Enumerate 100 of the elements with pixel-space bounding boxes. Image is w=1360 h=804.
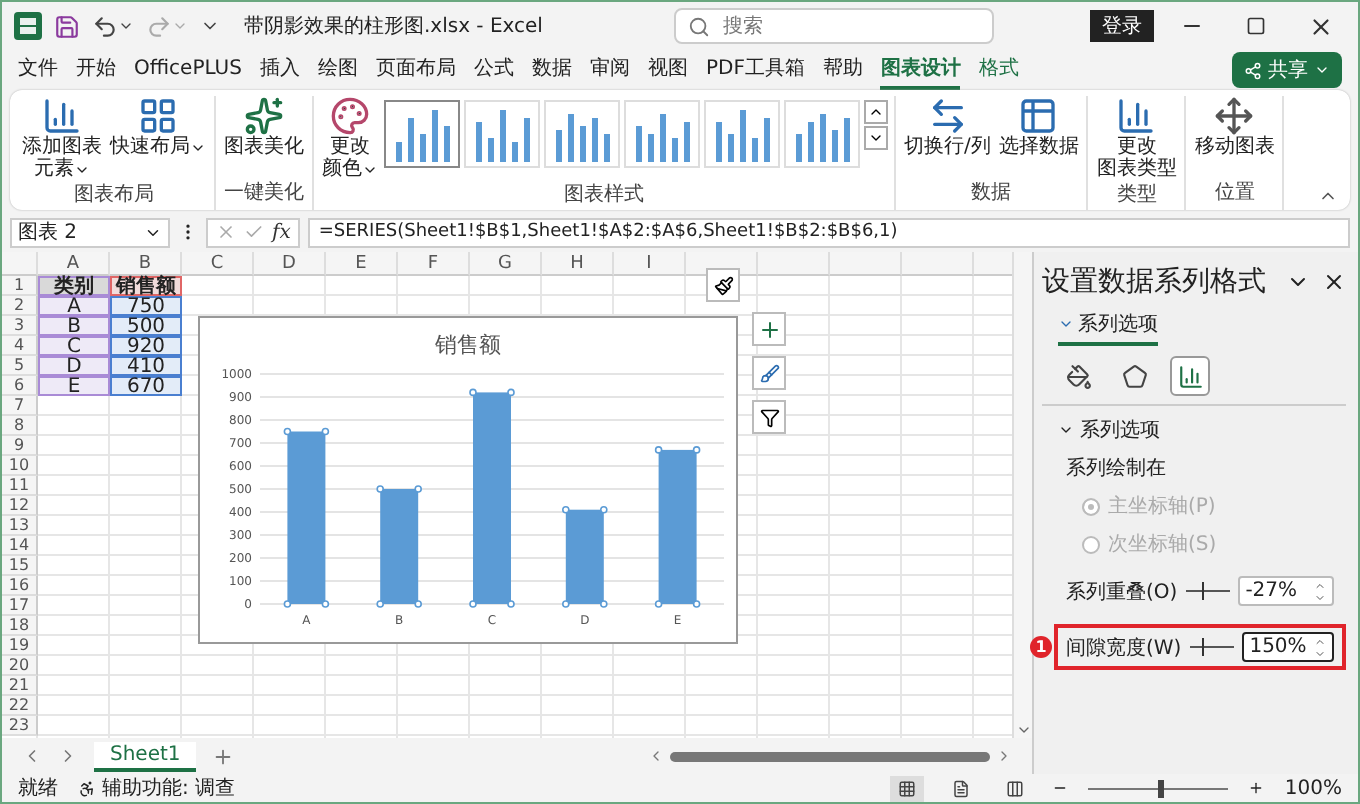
save-icon[interactable] [54, 13, 80, 39]
chevron-down-icon [1058, 422, 1074, 438]
menu-tab[interactable]: 审阅 [589, 50, 630, 90]
column-header[interactable]: A [38, 252, 110, 276]
row-header[interactable]: 2 [2, 296, 38, 316]
ribbon-button[interactable]: 选择数据 [996, 96, 1081, 158]
scroll-down-button[interactable] [864, 126, 888, 150]
column-header[interactable]: I [614, 252, 686, 276]
table-cell: 670 [110, 376, 182, 396]
ribbon-button[interactable]: 快速布局 [108, 96, 208, 158]
ribbon-button[interactable]: 图表美化 [222, 96, 306, 158]
sheet-tab[interactable]: Sheet1 [94, 741, 197, 771]
row-header[interactable]: 1 [2, 276, 38, 296]
insert-function-button[interactable]: fx [272, 221, 291, 243]
menu-tab[interactable]: 绘图 [317, 50, 358, 90]
row-header[interactable]: 23 [2, 716, 38, 736]
row-header[interactable]: 11 [2, 476, 38, 496]
sign-in-button[interactable]: 登录 [1090, 10, 1154, 42]
ribbon-button[interactable]: 移动图表 [1192, 96, 1277, 158]
section-header[interactable]: 系列选项 [1042, 416, 1346, 444]
row-header[interactable]: 17 [2, 596, 38, 616]
ribbon-button[interactable]: 更改 图表类型 [1094, 96, 1179, 180]
row-header[interactable]: 18 [2, 616, 38, 636]
menu-tab[interactable]: OfficePLUS [134, 53, 242, 87]
view-button[interactable] [890, 775, 925, 801]
undo-icon[interactable] [92, 13, 134, 39]
zoom-in-icon[interactable] [1248, 780, 1265, 796]
chevron-down-icon [1058, 316, 1074, 332]
table-cell: 750 [110, 296, 182, 316]
chart-layout-button[interactable] [706, 268, 740, 302]
menu-tab[interactable]: 视图 [647, 50, 688, 90]
column-header[interactable]: F [398, 252, 470, 276]
zoom-level[interactable]: 100% [1284, 777, 1342, 799]
row-header[interactable]: 16 [2, 576, 38, 596]
table-cell: A [38, 296, 110, 316]
row-header[interactable]: 14 [2, 536, 38, 556]
chevron-up-icon [868, 104, 884, 120]
row-header[interactable]: 3 [2, 316, 38, 336]
menu-tab[interactable]: 公式 [473, 50, 514, 90]
row-header[interactable]: 22 [2, 696, 38, 716]
row-header[interactable]: 13 [2, 516, 38, 536]
menu-tab[interactable]: 数据 [531, 50, 572, 90]
ribbon-button[interactable]: 切换行/列 [902, 96, 993, 158]
series-options-tab[interactable] [1170, 356, 1210, 396]
group-label: 一键美化 [224, 179, 304, 208]
add-sheet-icon[interactable] [212, 745, 235, 767]
row-header[interactable]: 12 [2, 496, 38, 516]
plus-icon [757, 317, 781, 341]
row-header[interactable]: 9 [2, 436, 38, 456]
ribbon-button[interactable]: 更改 颜色 [320, 96, 380, 180]
formula-field[interactable]: =SERIES(Sheet1!$B$1,Sheet1!$A$2:$A$6,Sheet1!$B$2:$B$6,1) [308, 217, 1350, 247]
row-header[interactable]: 10 [2, 456, 38, 476]
table-cell: 500 [110, 316, 182, 336]
row-header[interactable]: 4 [2, 336, 38, 356]
column-header[interactable]: B [110, 252, 182, 276]
column-header[interactable]: H [542, 252, 614, 276]
accessibility-status[interactable]: 辅助功能: 调查 [78, 774, 236, 802]
name-box[interactable]: 图表 2 [10, 217, 170, 247]
row-header[interactable]: 21 [2, 676, 38, 696]
column-header[interactable]: C [182, 252, 254, 276]
add-element-button[interactable] [752, 312, 786, 346]
row-header[interactable]: 8 [2, 416, 38, 436]
column-header[interactable]: G [470, 252, 542, 276]
grid-icon [898, 779, 917, 797]
row-header[interactable]: 15 [2, 556, 38, 576]
row-header[interactable]: 7 [2, 396, 38, 416]
chart-filter-button[interactable] [752, 400, 786, 434]
spin-box[interactable]: 150% [1241, 632, 1334, 662]
horizontal-scrollbar[interactable] [648, 748, 1012, 764]
menu-tab[interactable]: 插入 [259, 50, 300, 90]
cancel-icon[interactable] [216, 222, 236, 242]
menu-tab[interactable]: PDF工具箱 [705, 50, 805, 90]
menu-tab[interactable]: 帮助 [822, 50, 863, 90]
share-button[interactable]: 共享 [1232, 52, 1342, 88]
pentagon-icon [1121, 363, 1147, 389]
chart-style-thumbnail[interactable] [384, 100, 460, 168]
menu-tab[interactable]: 格式 [978, 50, 1019, 90]
ribbon-button[interactable]: 添加图表 元素 [20, 96, 104, 180]
columns-icon [1006, 779, 1025, 797]
vertical-scrollbar[interactable] [1012, 252, 1032, 738]
chevron-down-icon [1015, 722, 1031, 738]
spin-box[interactable]: -27% [1237, 576, 1334, 606]
enter-icon[interactable] [244, 222, 264, 242]
row-header[interactable]: 6 [2, 376, 38, 396]
column-header[interactable]: E [326, 252, 398, 276]
redo-icon[interactable] [146, 13, 188, 39]
scroll-up-button[interactable] [864, 100, 888, 124]
menu-tab[interactable]: 文件 [18, 50, 58, 90]
column-header[interactable]: D [254, 252, 326, 276]
group-label: 图表布局 [74, 181, 154, 210]
series-options-tab[interactable]: 系列选项 [1058, 310, 1158, 346]
chart-styles-button[interactable] [752, 356, 786, 390]
row-header[interactable]: 5 [2, 356, 38, 376]
menu-tab[interactable]: 页面布局 [375, 50, 456, 90]
close-icon[interactable] [1322, 270, 1346, 294]
row-header[interactable]: 19 [2, 636, 38, 656]
menu-tab[interactable]: 开始 [76, 50, 116, 90]
row-header[interactable]: 20 [2, 656, 38, 676]
search-field[interactable]: 搜索 [674, 8, 995, 44]
bar-chart-icon [1177, 363, 1203, 389]
